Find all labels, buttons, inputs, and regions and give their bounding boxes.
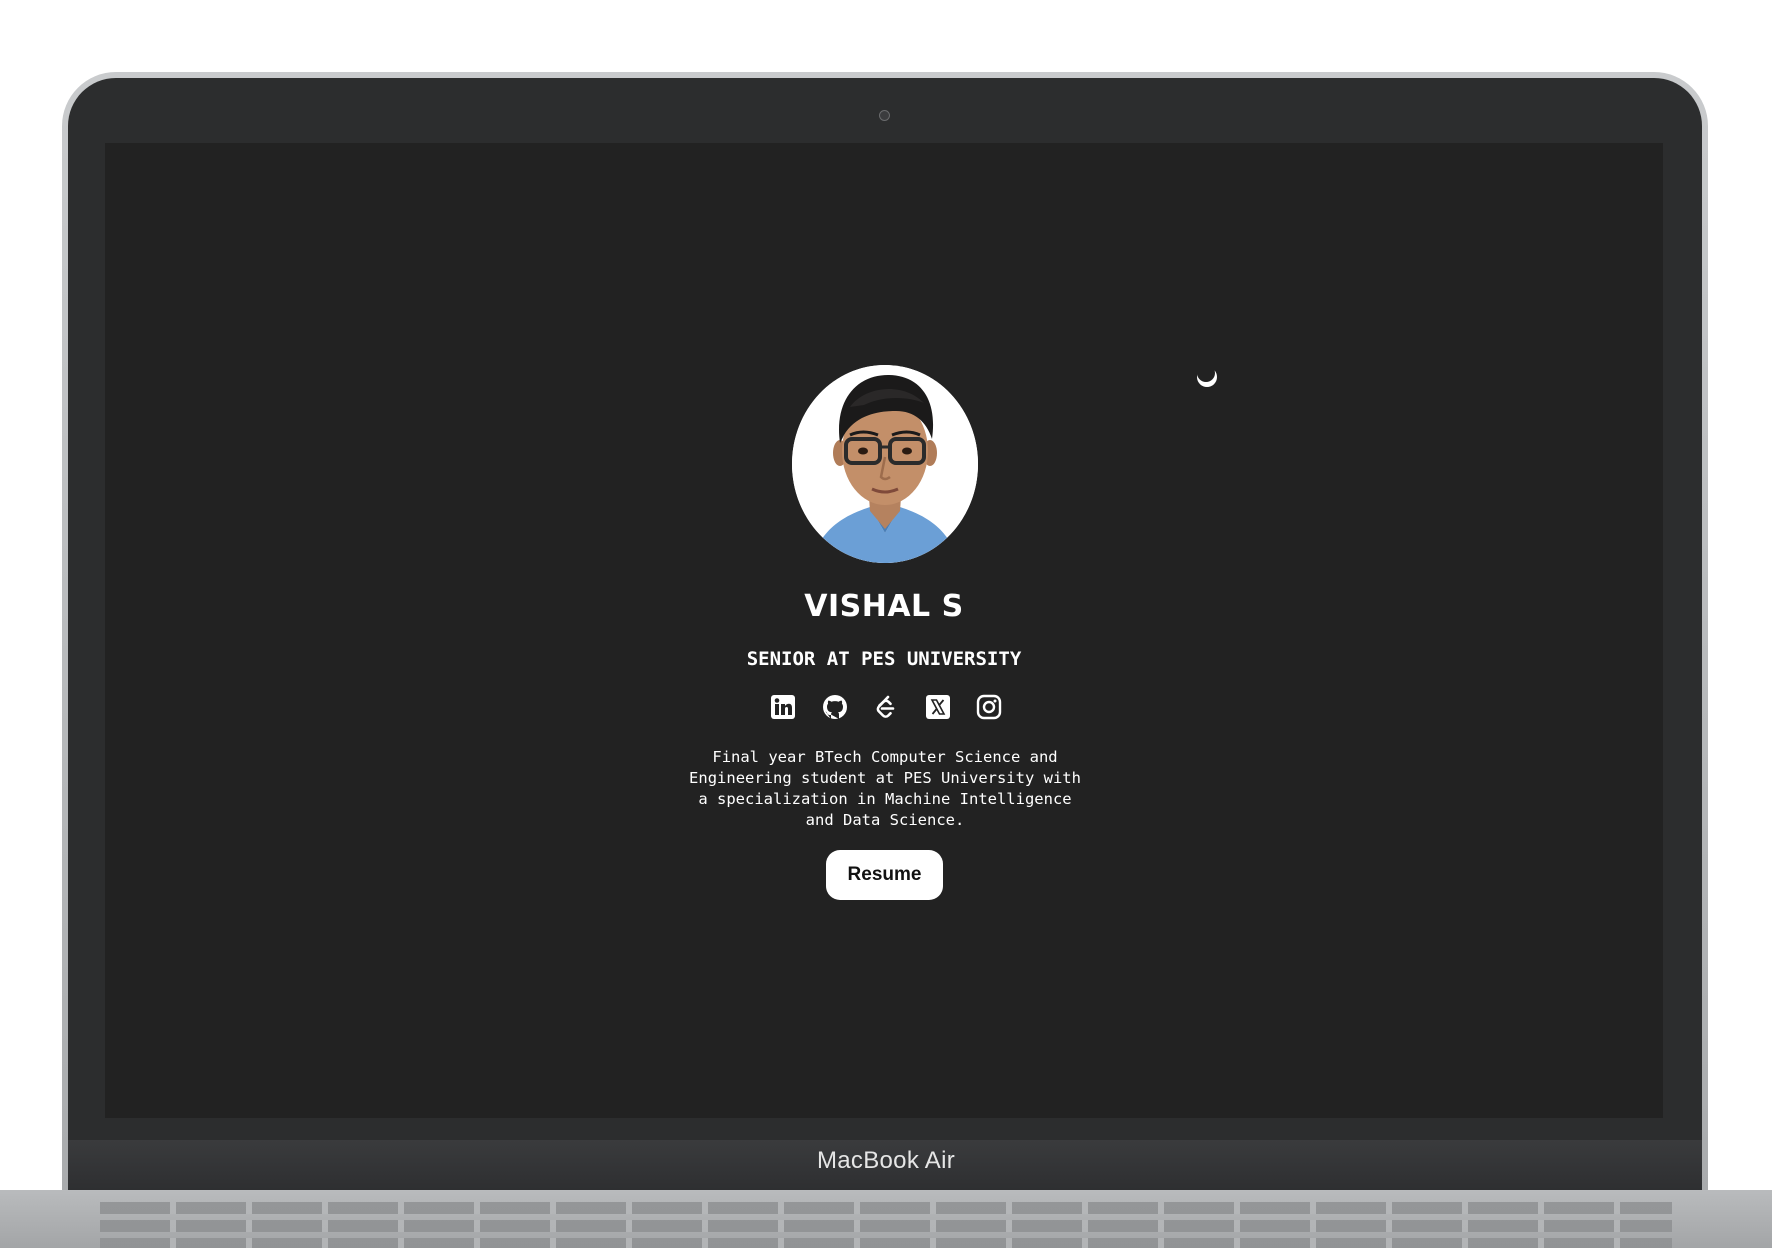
x-twitter-icon: [925, 695, 950, 719]
theme-toggle-button[interactable]: [1195, 364, 1219, 389]
social-links: [768, 692, 1004, 722]
subtitle: SENIOR AT PES UNIVERSITY: [746, 648, 1022, 670]
leetcode-link[interactable]: [871, 692, 901, 722]
github-link[interactable]: [820, 692, 850, 722]
profile-photo: [792, 365, 978, 563]
screen: VISHAL S SENIOR AT PES UNIVERSITY Final …: [105, 143, 1663, 1118]
page-title: VISHAL S: [804, 589, 964, 624]
linkedin-link[interactable]: [768, 692, 798, 722]
leetcode-icon: [876, 695, 895, 718]
device-label: MacBook Air: [816, 1147, 956, 1174]
resume-button[interactable]: Resume: [826, 850, 943, 900]
instagram-link[interactable]: [974, 692, 1004, 722]
github-icon: [822, 695, 847, 719]
camera-icon: [879, 110, 890, 121]
linkedin-icon: [771, 695, 795, 719]
moon-icon: [1197, 364, 1217, 387]
instagram-icon: [976, 694, 1002, 720]
x-twitter-link[interactable]: [923, 692, 953, 722]
avatar: [792, 365, 978, 563]
keyboard-deck: [0, 1190, 1772, 1248]
bio-text: Final year BTech Computer Science and En…: [689, 748, 1081, 829]
